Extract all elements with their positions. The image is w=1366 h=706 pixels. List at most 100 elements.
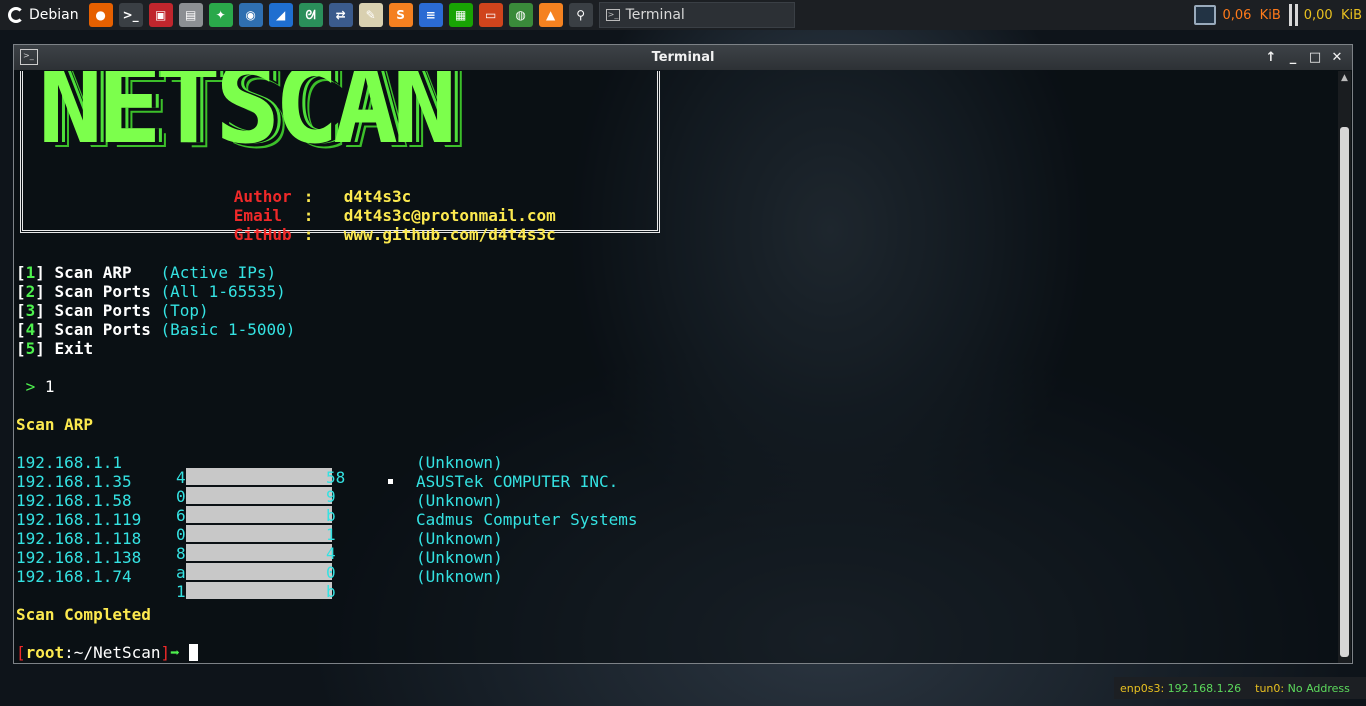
netscan-logo: NETSCAN [38,71,457,168]
menu-option: [2] Scan Ports (All 1-65535) [16,282,286,301]
terminal-window: >_ Terminal ↑ _ □ ✕ NETSCAN Author: d4t4s… [13,44,1353,664]
result-ip: 192.168.1.118 [16,529,142,548]
gecko-icon[interactable]: ᘛ [298,3,323,27]
menu-option: [1] Scan ARP (Active IPs) [16,263,277,282]
menu-number: 5 [25,339,36,358]
impress-icon[interactable]: ▭ [478,3,503,27]
result-vendor: Cadmus Computer Systems [416,510,638,529]
github-sep: : [303,225,314,244]
text-cursor [189,644,199,661]
menu-number: 3 [25,301,36,320]
result-vendor: (Unknown) [416,567,503,586]
mouse-pointer-dot [388,479,393,484]
network-tool-icon[interactable]: ✦ [208,3,233,27]
menu-option: [4] Scan Ports (Basic 1-5000) [16,320,296,339]
network-connections-icon[interactable]: ⇄ [328,3,353,27]
menu-desc: (Active IPs) [160,263,277,282]
result-ip: 192.168.1.58 [16,491,132,510]
menu-number: 1 [25,263,36,282]
sublime-icon[interactable]: S [388,3,413,27]
result-row: 192.168.1.58 6 b (Unknown) [16,491,503,525]
menu-desc: (Basic 1-5000) [160,320,296,339]
keep-above-button[interactable]: ↑ [1262,49,1280,67]
menu-number: 4 [25,320,36,339]
terminal-icon: >_ [20,49,38,65]
scrollbar-thumb[interactable] [1340,127,1349,657]
network-status-bar: enp0s3: 192.168.1.26 tun0: No Address [1114,677,1366,699]
menu-name: Scan ARP [54,263,151,282]
terminal-scrollbar[interactable]: ▲ [1338,71,1351,663]
github-row: GitHub: www.github.com/d4t4s3c [176,206,556,263]
menu-name: Scan Ports [54,301,151,320]
result-row: 192.168.1.119 0 1 Cadmus Computer Systems [16,510,638,544]
text-editor-icon[interactable]: ✎ [358,3,383,27]
system-tray: 0,06 KiB 0,00 KiB [1194,0,1366,30]
terminal-icon: >_ [605,9,620,21]
applications-menu-label: Debian [29,7,79,23]
wireshark-icon[interactable]: ◢ [268,3,293,27]
rate-divider [1288,4,1298,26]
minimize-button[interactable]: _ [1284,49,1302,67]
input-prompt: > [25,377,36,396]
result-ip: 192.168.1.119 [16,510,142,529]
menu-name: Scan Ports [54,320,151,339]
menu-number: 2 [25,282,36,301]
iface-enp0s3: enp0s3: 192.168.1.26 [1120,681,1242,695]
menu-option: [5] Exit [16,339,94,358]
taskbar-terminal-label: Terminal [625,7,685,23]
result-vendor: (Unknown) [416,548,503,567]
window-titlebar[interactable]: >_ Terminal ↑ _ □ ✕ [14,45,1352,70]
launcher-bar: ● >_ ▣ ▤ ✦ ◉ ◢ ᘛ ⇄ ✎ S ≡ ▦ ▭ ◍ ▲ ⚲ [88,3,593,27]
terminal-content[interactable]: NETSCAN Author: d4t4s3c Email: d4t4s3c@pro… [16,71,1336,663]
scan-completed-message: Scan Completed [16,605,151,624]
calculator-icon[interactable]: ▤ [178,3,203,27]
eye-icon[interactable]: ◉ [238,3,263,27]
menu-desc: (Top) [160,301,209,320]
network-monitor-icon[interactable] [1194,5,1217,25]
result-ip: 192.168.1.35 [16,472,132,491]
writer-icon[interactable]: ≡ [418,3,443,27]
task-manager-icon[interactable]: ▣ [148,3,173,27]
input-line: > 1 [16,377,55,396]
redaction-mask [186,582,332,599]
firefox-icon[interactable]: ● [88,3,113,27]
result-vendor: ASUSTek COMPUTER INC. [416,472,619,491]
result-row: 192.168.1.138 a 0 (Unknown) [16,548,503,582]
result-row: 192.168.1.35 0 9 ASUSTek COMPUTER INC. [16,472,619,506]
prompt-arrow-icon: ➡ [170,643,180,662]
window-title: Terminal [651,50,715,65]
result-vendor: (Unknown) [416,453,503,472]
top-panel: Debian ● >_ ▣ ▤ ✦ ◉ ◢ ᘛ ⇄ ✎ S ≡ ▦ ▭ ◍ ▲ ⚲ >_ Terminal 0,… [0,0,1366,30]
result-ip: 192.168.1.74 [16,567,132,586]
menu-option: [3] Scan Ports (Top) [16,301,209,320]
result-row: 192.168.1.1 4 58 (Unknown) [16,453,503,487]
terminal-icon[interactable]: >_ [118,3,143,27]
taskbar-terminal-button[interactable]: >_ Terminal [598,2,795,28]
prompt-path: :~/NetScan [64,643,161,662]
result-ip: 192.168.1.138 [16,548,142,567]
upload-rate: 0,00 KiB [1303,7,1362,23]
calc-icon[interactable]: ▦ [448,3,473,27]
vlc-icon[interactable]: ▲ [538,3,563,27]
result-row: 192.168.1.74 1 b (Unknown) [16,567,503,601]
download-rate: 0,06 KiB [1222,7,1281,23]
result-vendor: (Unknown) [416,491,503,510]
search-icon[interactable]: ⚲ [568,3,593,27]
menu-desc: (All 1-65535) [160,282,286,301]
iface-tun0: tun0: No Address [1255,681,1350,695]
input-value: 1 [44,377,55,396]
github-label: GitHub [233,225,292,244]
applications-menu-button[interactable]: Debian [4,0,83,30]
prompt-user: root [25,643,65,662]
result-vendor: (Unknown) [416,529,503,548]
result-row: 192.168.1.118844(Unknown) [16,529,503,563]
close-button[interactable]: ✕ [1328,49,1346,67]
result-ip: 192.168.1.1 [16,453,122,472]
menu-name: Exit [54,339,94,358]
shell-prompt[interactable]: [root:~/NetScan]➡ [16,643,199,662]
scroll-up-arrow-icon[interactable]: ▲ [1338,71,1351,85]
maximize-button[interactable]: □ [1306,49,1324,67]
debian-swirl-icon [8,7,24,23]
github-value: www.github.com/d4t4s3c [343,225,556,244]
browser-globe-icon[interactable]: ◍ [508,3,533,27]
